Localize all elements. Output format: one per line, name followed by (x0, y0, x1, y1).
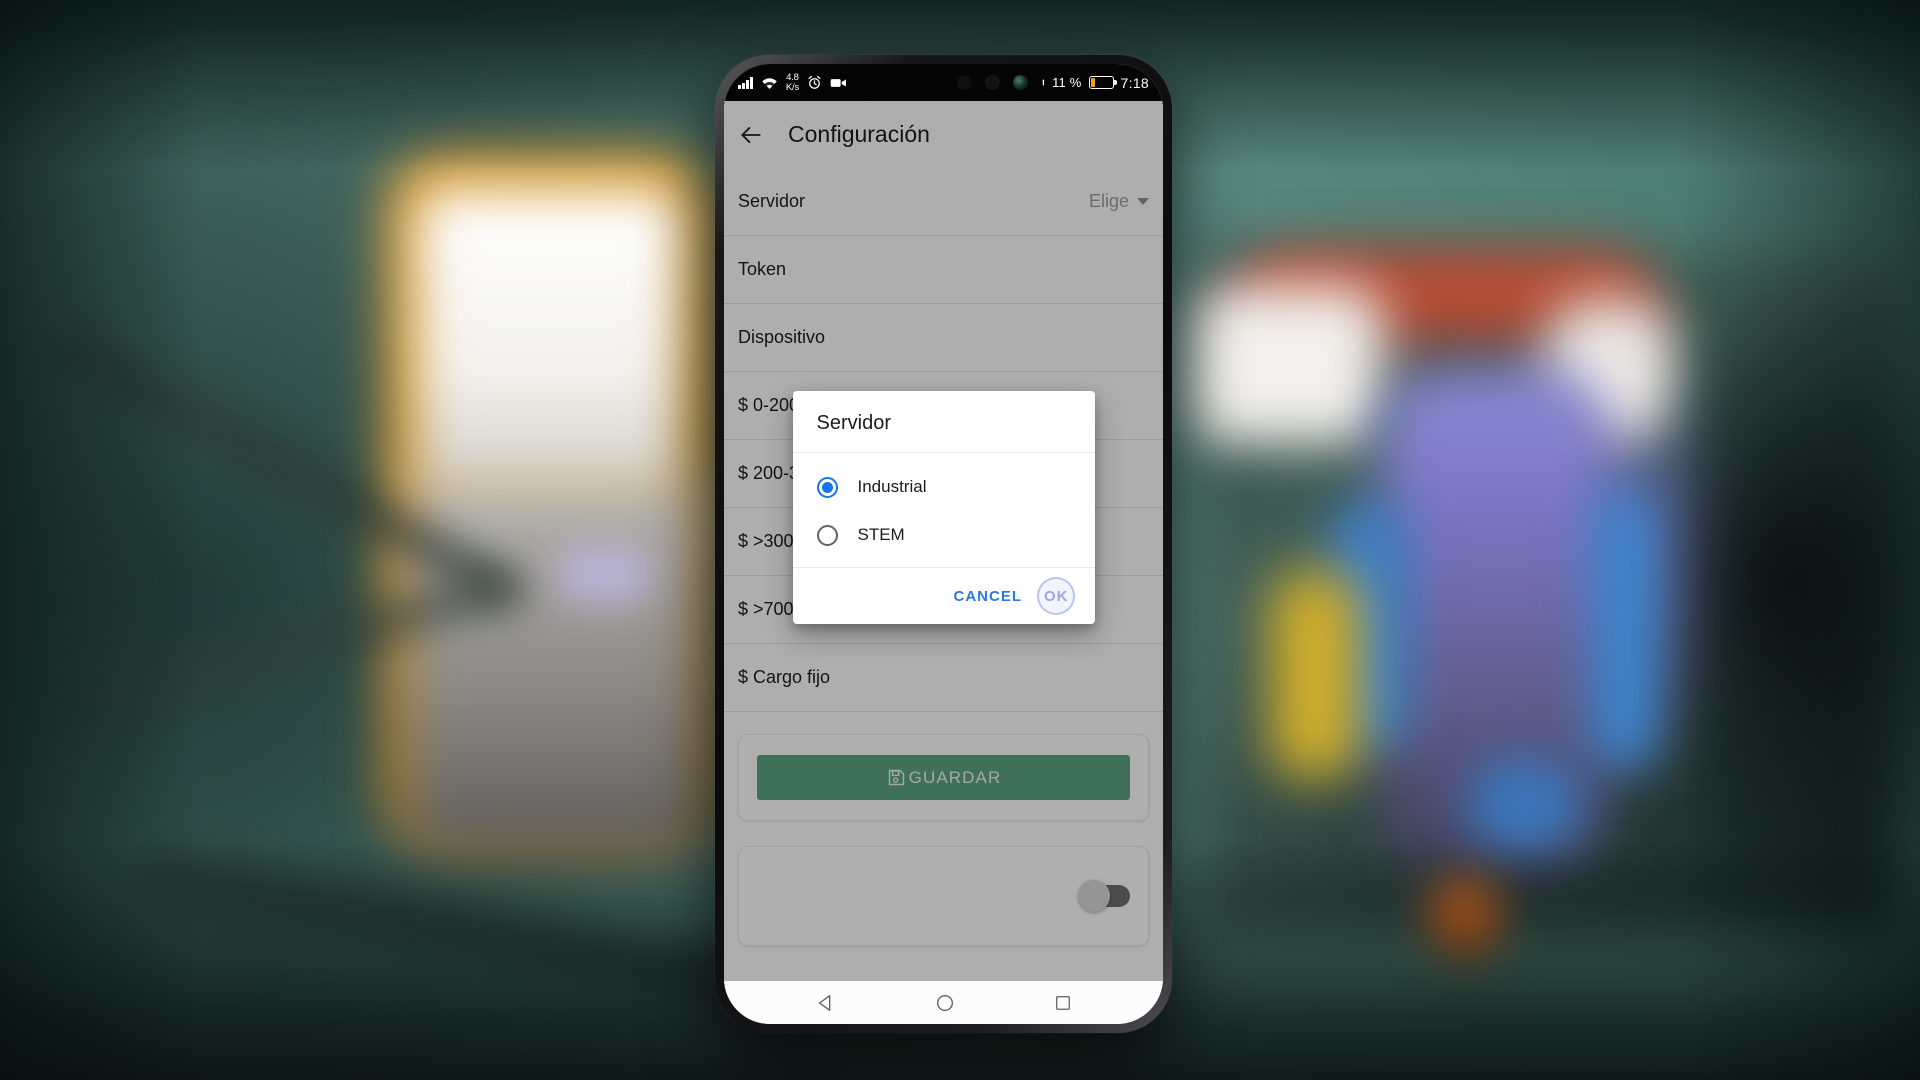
app-screen: Configuración Servidor Elige Token Dispo… (724, 64, 1163, 1024)
backdrop-blue-part-right (1590, 490, 1660, 770)
network-speed-indicator: 4.8 K/s (785, 72, 800, 93)
battery-percent-label: 11 % (1052, 75, 1082, 90)
radio-button-selected-icon[interactable] (816, 476, 838, 498)
dialog-option-label: STEM (857, 525, 905, 544)
proximity-sensor-icon (956, 75, 972, 90)
phone-device-frame: Configuración Servidor Elige Token Dispo… (715, 55, 1172, 1033)
backdrop-vignette-right (1680, 0, 1920, 1080)
status-bar-right-icons: 11 % 7:18 (1031, 64, 1149, 101)
square-recents-icon[interactable] (1053, 993, 1073, 1013)
dialog-option-stem[interactable]: STEM (793, 511, 1095, 559)
triangle-back-icon[interactable] (815, 992, 837, 1014)
network-speed-unit: K/s (785, 81, 800, 93)
dialog-action-bar: CANCEL OK (793, 568, 1095, 624)
screen-record-icon (830, 78, 846, 87)
backdrop-meter-indicator (560, 550, 650, 598)
clock-time: 7:18 (1120, 74, 1149, 91)
backdrop-blue-part-bottom (1470, 760, 1580, 850)
display-notch (845, 64, 1042, 101)
backdrop-vignette-left (0, 0, 200, 1080)
radio-button-unselected-icon[interactable] (816, 524, 838, 546)
alarm-clock-icon (808, 75, 821, 89)
ok-button[interactable]: OK (1044, 588, 1069, 605)
ok-button-wrap: OK (1037, 577, 1076, 615)
backdrop-meter-body (405, 470, 705, 860)
earpiece-speaker-icon (984, 75, 1000, 90)
wifi-icon (762, 77, 777, 89)
dialog-option-label: Industrial (857, 477, 927, 496)
circle-home-icon[interactable] (934, 992, 956, 1014)
dialog-option-industrial[interactable]: Industrial (793, 463, 1095, 511)
status-bar-left-icons: 4.8 K/s (724, 72, 847, 93)
cancel-button[interactable]: CANCEL (954, 588, 1023, 605)
servidor-dialog: Servidor Industrial STEM CANCEL OK (792, 391, 1095, 624)
signal-bars-icon (738, 76, 753, 89)
front-camera-icon (1012, 75, 1028, 90)
android-navigation-bar (724, 981, 1163, 1024)
battery-icon (1088, 76, 1117, 89)
backdrop-white-part-left (1185, 285, 1385, 445)
backdrop-yellow-part (1270, 570, 1360, 780)
dialog-title: Servidor (816, 412, 891, 434)
battery-fill (1090, 78, 1096, 87)
phone-screen-area: Configuración Servidor Elige Token Dispo… (724, 64, 1163, 1024)
dialog-option-list: Industrial STEM (793, 453, 1095, 567)
backdrop-meter-screen (418, 190, 683, 490)
